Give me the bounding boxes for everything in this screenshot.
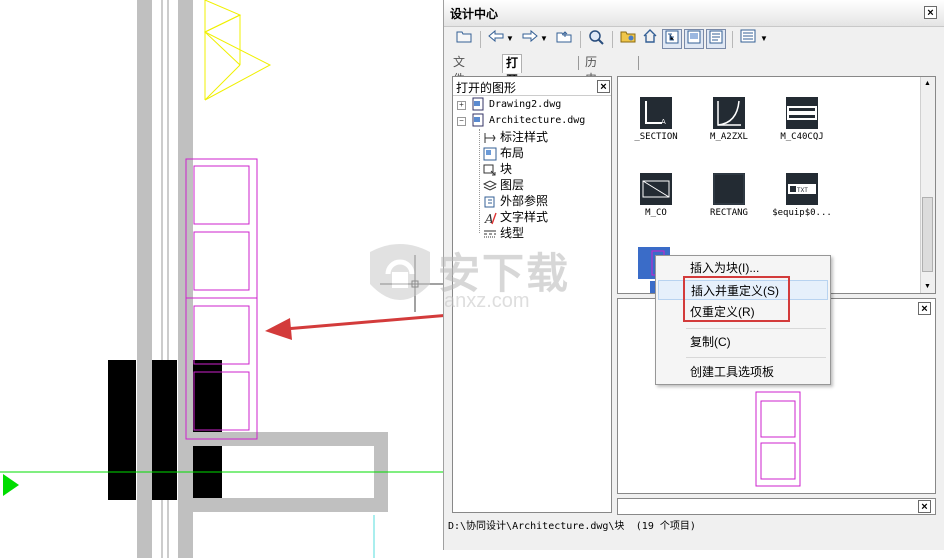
block-label: $equip$0... [772, 208, 832, 218]
forward-icon[interactable] [520, 29, 540, 49]
svg-text:A: A [661, 118, 666, 126]
watermark-domain: anxz.com [444, 290, 530, 312]
title-bar[interactable]: 设计中心 × [444, 0, 944, 27]
status-count: (19 个项目) [635, 521, 696, 532]
highlight-box [683, 276, 790, 322]
tree-item-label: 块 [500, 162, 513, 176]
xref-icon [483, 195, 497, 209]
load-folder-icon[interactable] [454, 29, 474, 49]
block-item[interactable]: A _SECTION [622, 97, 690, 142]
status-path: D:\协同设计\Architecture.dwg\块 [448, 521, 625, 532]
views-icon[interactable] [738, 29, 758, 49]
tree-item-label: 外部参照 [500, 194, 549, 208]
menu-item-insert-as-block[interactable]: 插入为块(I)... [658, 258, 828, 278]
layout-icon [483, 147, 497, 161]
back-icon[interactable] [486, 29, 506, 49]
tree-item-blocks[interactable]: 块 [483, 161, 512, 177]
block-item[interactable]: M_C40CQJ [768, 97, 836, 142]
door-block [108, 360, 136, 500]
status-bar: D:\协同设计\Architecture.dwg\块 (19 个项目) [448, 517, 938, 533]
preview-icon[interactable] [684, 29, 704, 49]
block-label: RECTANG [710, 208, 748, 218]
tree-item-label: Drawing2.dwg [489, 99, 562, 110]
tree-header: 打开的图形 [456, 81, 517, 95]
views-dropdown-icon[interactable]: ▼ [758, 29, 770, 49]
block-item[interactable]: TXT $equip$0... [768, 173, 836, 218]
panel-close-button[interactable]: × [924, 6, 937, 19]
collapse-toggle[interactable]: − [457, 117, 466, 126]
block-label: M_C40CQJ [780, 132, 824, 142]
tree-item-dimstyles[interactable]: 标注样式 [483, 129, 548, 145]
tab-folder[interactable]: 文件夹 [450, 54, 468, 103]
tree-item-xrefs[interactable]: 外部参照 [483, 193, 548, 209]
expand-toggle[interactable]: + [457, 101, 466, 110]
section-symbol-icon: A [640, 97, 672, 129]
home-icon[interactable] [640, 29, 660, 49]
vertical-scrollbar[interactable]: ▲ ▼ [920, 77, 935, 293]
back-dropdown-icon[interactable]: ▼ [504, 29, 516, 49]
rectangle-icon [713, 173, 745, 205]
layers-icon [482, 179, 498, 193]
tree-item-label: 图层 [500, 178, 525, 192]
block-label: M_CO [645, 208, 667, 218]
block-preview-image [755, 391, 801, 487]
description-close-button[interactable]: × [918, 500, 931, 513]
description-pane: × [617, 498, 936, 515]
dwg-file-icon [471, 97, 485, 111]
favorites-icon[interactable] [618, 29, 638, 49]
toolbar: ▼ ▼ ▼ [450, 29, 940, 51]
text-style-icon: A [483, 211, 497, 226]
block-item[interactable]: RECTANG [695, 173, 763, 218]
tree-item-label: 文字样式 [500, 210, 549, 224]
wall-column [137, 0, 152, 558]
dwg-file-icon [471, 113, 485, 127]
tree-item-layers[interactable]: 图层 [482, 177, 525, 193]
diagonal-box-icon [640, 173, 672, 205]
tree-item-label: 布局 [500, 146, 525, 160]
tree-item-label: 标注样式 [500, 130, 549, 144]
scroll-down-icon[interactable]: ▼ [924, 283, 931, 290]
tab-open-drawings[interactable]: 打开的图形 [502, 54, 523, 138]
up-folder-icon[interactable] [554, 29, 574, 49]
panel-title: 设计中心 [450, 7, 499, 21]
block-item[interactable]: M_CO [622, 173, 690, 218]
block-item[interactable]: M_A2ZXL [695, 97, 763, 142]
menu-item-create-tool-palette[interactable]: 创建工具选项板 [658, 362, 828, 382]
menu-item-copy[interactable]: 复制(C) [658, 332, 828, 352]
window-frame-icon [786, 97, 818, 129]
tree-toggle-icon[interactable] [662, 29, 682, 49]
arc-curve-icon [713, 97, 745, 129]
search-icon[interactable] [586, 29, 606, 49]
scroll-thumb[interactable] [922, 197, 933, 272]
tree-close-button[interactable]: × [597, 80, 610, 93]
block-label: M_A2ZXL [710, 132, 748, 142]
tree-item-layouts[interactable]: 布局 [483, 145, 524, 161]
tree-item-label: Architecture.dwg [489, 115, 586, 126]
tab-history[interactable]: 历史记录 [582, 54, 600, 120]
dimension-style-icon [483, 131, 497, 145]
forward-dropdown-icon[interactable]: ▼ [538, 29, 550, 49]
description-icon[interactable] [706, 29, 726, 49]
equipment-icon: TXT [786, 173, 818, 205]
preview-close-button[interactable]: × [918, 302, 931, 315]
watermark: 安下载 anxz.com [360, 234, 590, 324]
scroll-up-icon[interactable]: ▲ [924, 80, 931, 87]
tree-item-textstyles[interactable]: A 文字样式 [483, 209, 549, 226]
door-block [152, 360, 177, 500]
svg-text:TXT: TXT [797, 187, 808, 194]
block-icon [483, 163, 497, 177]
block-label: _SECTION [634, 132, 678, 142]
